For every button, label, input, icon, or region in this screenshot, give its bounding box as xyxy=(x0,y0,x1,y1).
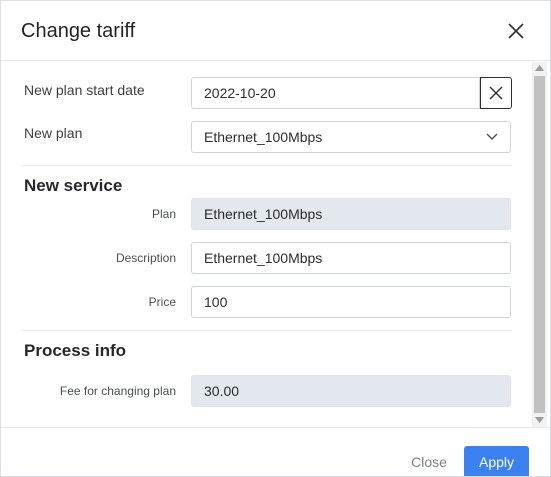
scroll-up-icon[interactable] xyxy=(535,65,544,71)
start-date-label: New plan start date xyxy=(24,82,145,98)
description-row: Description Ethernet_100Mbps xyxy=(1,242,532,276)
section-divider xyxy=(21,330,512,331)
dialog-close-button[interactable] xyxy=(503,18,529,44)
close-icon[interactable] xyxy=(503,18,529,44)
plan-label: Plan xyxy=(151,207,176,221)
fee-readonly-field: 30.00 xyxy=(191,375,511,407)
start-date-row: New plan start date 2022-10-20 xyxy=(1,77,532,111)
new-plan-row: New plan Ethernet_100Mbps xyxy=(1,121,532,155)
clear-icon[interactable] xyxy=(489,86,503,100)
dialog-header: Change tariff xyxy=(1,1,550,61)
section-divider xyxy=(21,165,512,166)
dialog-footer: Close Apply xyxy=(1,427,550,476)
scrollbar-thumb[interactable] xyxy=(534,76,545,413)
fee-row: Fee for changing plan 30.00 xyxy=(1,375,532,409)
plan-row: Plan Ethernet_100Mbps xyxy=(1,198,532,232)
fee-label: Fee for changing plan xyxy=(59,384,176,398)
dialog-title: Change tariff xyxy=(21,20,136,42)
scroll-down-icon[interactable] xyxy=(535,417,544,423)
scrollbar[interactable] xyxy=(532,62,547,427)
new-service-heading: New service xyxy=(24,176,123,195)
description-input[interactable]: Ethernet_100Mbps xyxy=(191,242,511,274)
chevron-down-icon[interactable] xyxy=(485,130,499,144)
process-info-heading: Process info xyxy=(24,341,127,360)
apply-button[interactable]: Apply xyxy=(464,446,529,476)
price-row: Price 100 xyxy=(1,286,532,320)
description-label: Description xyxy=(115,251,176,265)
change-tariff-dialog: Change tariff New plan start date 2022-1… xyxy=(0,0,551,477)
new-plan-label: New plan xyxy=(24,125,83,141)
close-button[interactable]: Close xyxy=(399,446,459,476)
price-label: Price xyxy=(148,295,176,309)
start-date-clear-button[interactable] xyxy=(480,77,512,109)
plan-readonly-field: Ethernet_100Mbps xyxy=(191,198,511,230)
price-input[interactable]: 100 xyxy=(191,286,511,318)
dialog-body: New plan start date 2022-10-20 New plan … xyxy=(1,62,532,427)
new-plan-select[interactable]: Ethernet_100Mbps xyxy=(191,121,511,153)
start-date-input[interactable]: 2022-10-20 xyxy=(191,77,480,109)
